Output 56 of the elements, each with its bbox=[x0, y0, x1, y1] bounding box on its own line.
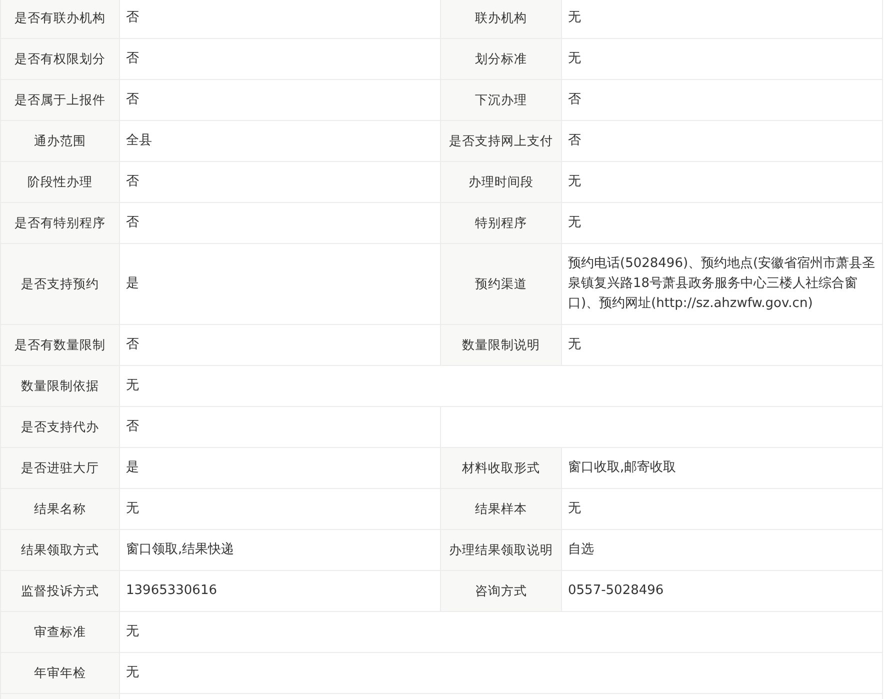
field-value: 无 bbox=[562, 202, 882, 244]
field-label: 特别程序 bbox=[440, 202, 562, 244]
field-value: 否 bbox=[120, 202, 440, 244]
field-label: 是否支持预约 bbox=[0, 244, 120, 324]
field-value: 无 bbox=[120, 488, 440, 530]
field-value: 窗口领取,结果快递 bbox=[120, 530, 440, 570]
field-label: 通办范围 bbox=[0, 120, 120, 162]
field-label: 咨询方式 bbox=[440, 570, 562, 612]
field-label: 划分标准 bbox=[440, 38, 562, 80]
field-label: 是否有特别程序 bbox=[0, 202, 120, 244]
field-value: 否 bbox=[120, 38, 440, 80]
field-value: 否 bbox=[120, 0, 440, 38]
field-value: 窗口收取,邮寄收取 bbox=[562, 448, 882, 488]
field-label: 审查标准 bbox=[0, 612, 120, 652]
field-value: 全县 bbox=[120, 120, 440, 162]
field-label: 结果名称 bbox=[0, 488, 120, 530]
field-value: 无 bbox=[562, 0, 882, 38]
field-label: 结果领取方式 bbox=[0, 530, 120, 570]
field-label: 是否支持代办 bbox=[0, 406, 120, 448]
field-value: 0557-5028496 bbox=[562, 570, 882, 612]
field-value: 否 bbox=[120, 406, 440, 448]
field-label: 是否进驻大厅 bbox=[0, 448, 120, 488]
field-label: 结果样本 bbox=[440, 488, 562, 530]
field-value: 无 bbox=[562, 38, 882, 80]
field-label: 材料收取形式 bbox=[440, 448, 562, 488]
field-value: 是 bbox=[120, 244, 440, 324]
field-value: 无 bbox=[120, 652, 882, 694]
field-label: 阶段性办理 bbox=[0, 162, 120, 202]
field-value: 否 bbox=[562, 80, 882, 120]
field-label: 办理结果领取说明 bbox=[440, 530, 562, 570]
field-value: 否 bbox=[120, 324, 440, 366]
field-value: 否 bbox=[120, 80, 440, 120]
field-label: 数量限制说明 bbox=[440, 324, 562, 366]
field-label: 是否支持网上支付 bbox=[440, 120, 562, 162]
field-value: 否 bbox=[562, 120, 882, 162]
field-value: 自选 bbox=[562, 530, 882, 570]
field-value: 预约电话(5028496)、预约地点(安徽省宿州市萧县圣泉镇复兴路18号萧县政务服务中心三楼人社综合窗口)、预约网址(http://sz.ahzwfw.gov.cn) bbox=[562, 244, 882, 324]
field-label: 是否有权限划分 bbox=[0, 38, 120, 80]
field-value: 无 bbox=[120, 366, 882, 406]
field-value: 是 bbox=[120, 448, 440, 488]
field-label: 联办机构 bbox=[440, 0, 562, 38]
field-value: 无 bbox=[120, 612, 882, 652]
field-label: 预约渠道 bbox=[440, 244, 562, 324]
field-label: 数量限制依据 bbox=[0, 366, 120, 406]
field-value: 13965330616 bbox=[120, 570, 440, 612]
field-value: 无 bbox=[562, 324, 882, 366]
field-value: 否 bbox=[120, 162, 440, 202]
field-label: 下沉办理 bbox=[440, 80, 562, 120]
field-label: 年审年检 bbox=[0, 652, 120, 694]
field-label: 是否属于上报件 bbox=[0, 80, 120, 120]
field-label: 是否有联办机构 bbox=[0, 0, 120, 38]
field-label: 是否有数量限制 bbox=[0, 324, 120, 366]
field-value: 无 bbox=[562, 162, 882, 202]
field-value: 无 bbox=[562, 488, 882, 530]
field-label: 监督投诉方式 bbox=[0, 570, 120, 612]
field-label: 办理时间段 bbox=[440, 162, 562, 202]
